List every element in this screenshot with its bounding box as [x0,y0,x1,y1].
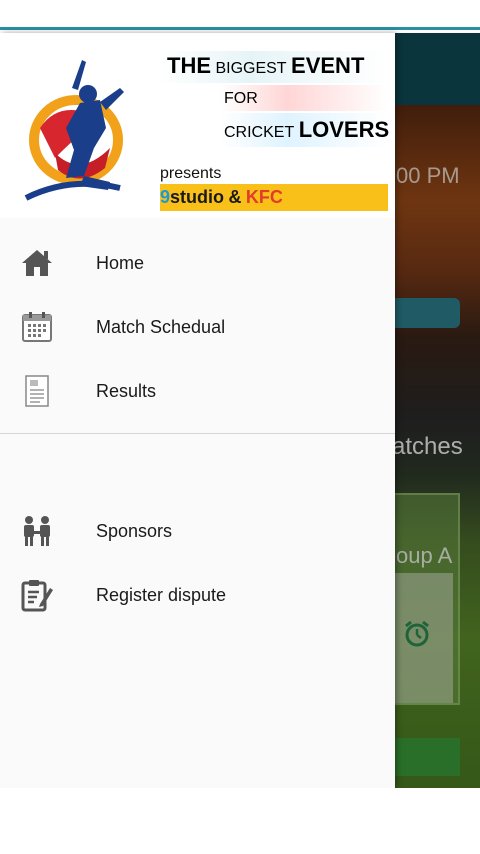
banner-event: EVENT [291,53,365,78]
menu-label-results: Results [96,380,157,401]
menu-item-sponsors[interactable]: Sponsors [0,499,395,563]
banner-lovers: LOVERS [298,117,390,142]
banner-biggest: BIGGEST [215,60,287,77]
presents-text: presents [160,165,222,182]
banner-for: FOR [224,90,258,107]
calendar-icon [20,310,54,344]
drawer-header: THE BIGGEST EVENT FOR CRICKET LOVERS pre… [0,33,395,218]
event-banner: THE BIGGEST EVENT FOR CRICKET LOVERS pre… [160,47,390,227]
clipboard-edit-icon [20,578,54,612]
menu-item-match-schedual[interactable]: Match Schedual [0,295,395,359]
banner-cricket: CRICKET [224,124,295,141]
cricket-batsman-logo [0,58,158,218]
sponsor-ampersand: & [228,187,242,207]
home-icon [20,246,54,280]
banner-the: THE [167,53,211,78]
menu-label-register-dispute: Register dispute [96,584,227,605]
menu-item-home[interactable]: Home [0,231,395,295]
menu-item-register-dispute[interactable]: Register dispute [0,563,395,627]
sponsor-bar: 9studio & KFC [160,184,388,211]
sponsor-kfc: KFC [245,187,283,207]
sponsor-studio: studio [170,187,225,207]
menu-label-match-schedual: Match Schedual [96,316,226,337]
navigation-bar-area [0,788,480,854]
people-icon [20,514,54,548]
menu-label-sponsors: Sponsors [96,520,173,541]
menu-divider [0,433,395,434]
menu-item-results[interactable]: Results [0,359,395,423]
document-icon [20,374,54,408]
navigation-drawer: THE BIGGEST EVENT FOR CRICKET LOVERS pre… [0,33,395,788]
sponsor-nine: 9 [160,187,171,207]
status-bar [0,0,480,30]
menu-label-home: Home [96,252,145,273]
